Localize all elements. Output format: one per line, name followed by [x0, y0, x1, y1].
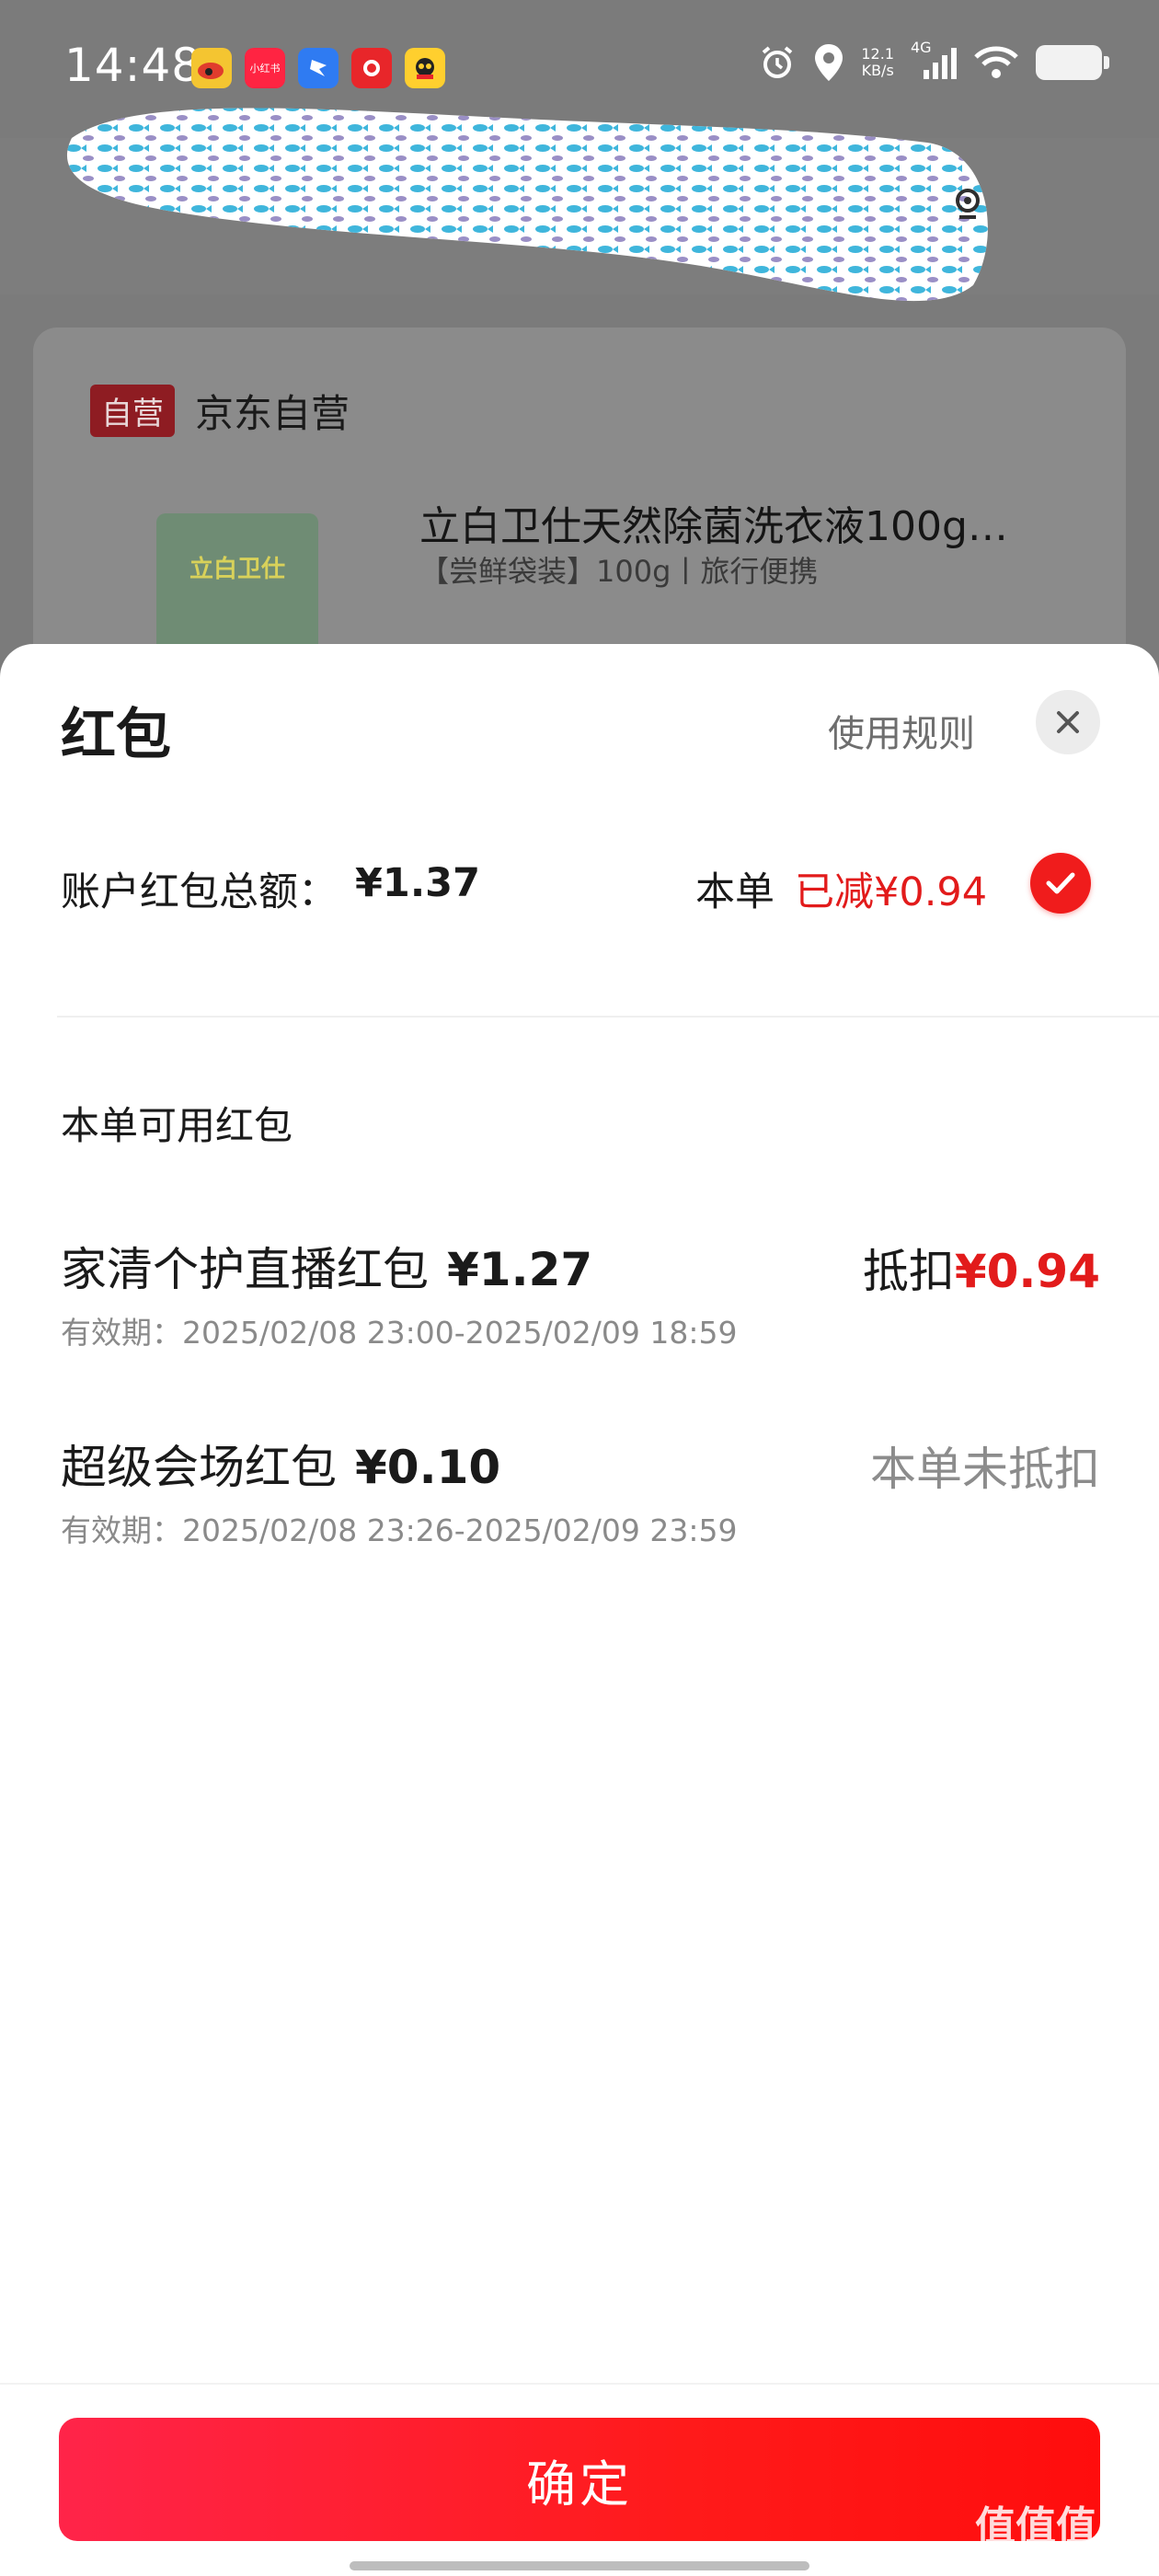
coupon-name: 超级会场红包: [61, 1441, 337, 1494]
app-red-icon: [351, 48, 392, 88]
coupon-title: 家清个护直播红包 ¥1.27: [61, 1233, 592, 1299]
xiaohongshu-label: 小红书: [249, 63, 281, 75]
status-time: 14:48: [64, 39, 202, 92]
weibo-icon: [191, 48, 232, 88]
watermark-url: zhizhizhi.com: [1030, 2547, 1142, 2566]
alarm-icon: [763, 46, 793, 78]
xiaohongshu-icon: 小红书: [245, 48, 285, 88]
network-type: 4G: [911, 39, 932, 56]
order-discount: 已减¥0.94: [795, 869, 988, 915]
self-operated-badge: 自营: [90, 385, 175, 437]
deduct-amount: ¥0.94: [954, 1245, 1100, 1298]
background-page: 14:48 小红书 12.1 KB/s 4G 自营 京东自营 立白卫仕 立白卫仕…: [0, 0, 1159, 714]
wifi-icon: [974, 46, 1018, 78]
coupon-item[interactable]: 超级会场红包 ¥0.10 有效期：2025/02/08 23:26-2025/02…: [61, 1431, 1100, 1569]
red-envelope-sheet: 红包 使用规则 账户红包总额： ¥1.37 本单 已减¥0.94 本单可用红包 …: [0, 644, 1159, 2576]
coupon-deduct: 抵扣¥0.94: [863, 1235, 1100, 1301]
order-label: 本单: [695, 869, 775, 915]
system-status-icons: 12.1 KB/s 4G: [758, 39, 1109, 83]
footer-divider: [0, 2383, 1159, 2385]
coupon-value: ¥0.10: [355, 1441, 501, 1494]
close-icon: [1057, 711, 1079, 733]
cell-signal-icon: 4G: [911, 39, 957, 81]
redaction-scribble: [66, 108, 988, 302]
divider: [57, 1016, 1159, 1018]
total-label: 账户红包总额：: [61, 869, 338, 915]
home-indicator[interactable]: [350, 2561, 809, 2570]
dingtalk-icon: [298, 48, 339, 88]
notification-app-icons: 小红书: [191, 48, 445, 88]
account-total-row: 账户红包总额： ¥1.37 本单 已减¥0.94: [61, 853, 1100, 925]
product-spec: 【尝鲜袋装】100g丨旅行便携: [419, 554, 819, 589]
coupon-validity: 有效期：2025/02/08 23:00-2025/02/09 18:59: [61, 1315, 738, 1351]
coupon-title: 超级会场红包 ¥0.10: [61, 1431, 500, 1497]
coupon-name: 家清个护直播红包: [61, 1243, 429, 1296]
confirm-button[interactable]: 确定: [59, 2418, 1100, 2541]
location-pin-icon: [952, 187, 983, 227]
battery-icon: [1036, 45, 1109, 80]
deduct-label: 抵扣: [862, 1245, 955, 1298]
watermark-logo: 值值值: [975, 2503, 1096, 2550]
product-title: 立白卫仕天然除菌洗衣液100g…: [419, 503, 1008, 550]
use-envelope-toggle[interactable]: [1030, 853, 1091, 914]
sheet-title: 红包: [61, 703, 171, 767]
location-icon: [815, 44, 843, 81]
total-amount: ¥1.37: [355, 860, 481, 906]
store-name: 京东自营: [195, 391, 350, 436]
thumb-brand-logo: 立白卫仕: [189, 556, 285, 583]
checkmark-icon: [1046, 872, 1075, 894]
usage-rules-link[interactable]: 使用规则: [828, 704, 975, 757]
coupon-status: 本单未抵扣: [870, 1443, 1100, 1496]
app-yellow-icon: [405, 48, 445, 88]
available-section-title: 本单可用红包: [61, 1103, 293, 1148]
coupon-value: ¥1.27: [447, 1243, 593, 1296]
coupon-validity: 有效期：2025/02/08 23:26-2025/02/09 23:59: [61, 1512, 738, 1548]
coupon-item[interactable]: 家清个护直播红包 ¥1.27 有效期：2025/02/08 23:00-2025/…: [61, 1233, 1100, 1371]
close-button[interactable]: [1036, 690, 1100, 754]
net-speed: 12.1 KB/s: [861, 45, 894, 79]
